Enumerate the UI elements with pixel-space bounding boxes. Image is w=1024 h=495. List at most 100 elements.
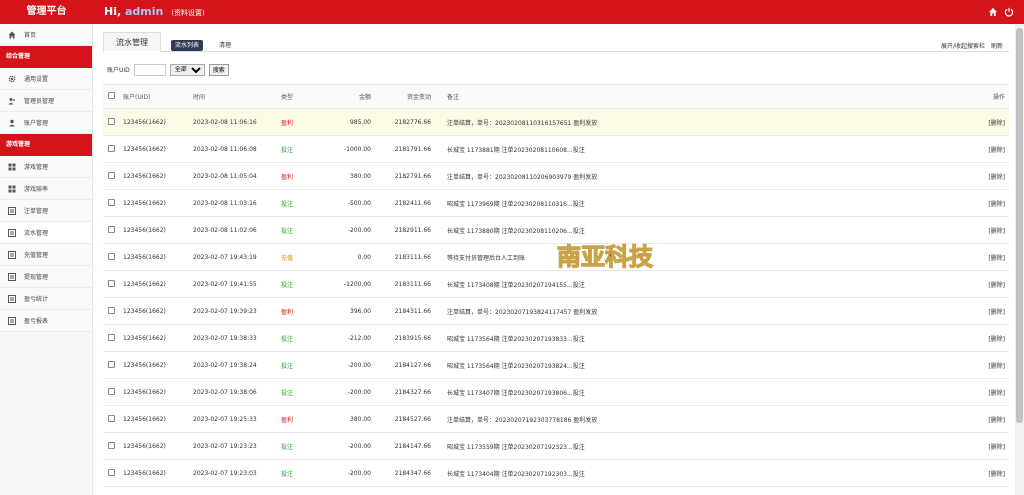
table-row[interactable]: 123456(1662) 2023-02-07 19:23:03 投注 -200.00… xyxy=(103,459,1009,487)
sidebar-item-flow-management[interactable]: 流水管理 xyxy=(0,222,92,244)
delete-link[interactable]: [删除] xyxy=(925,324,1009,352)
column-header[interactable]: 时间 xyxy=(189,84,277,109)
sidebar-item-label: 游戏赔率 xyxy=(24,186,49,193)
delete-link[interactable]: [删除] xyxy=(925,432,1009,460)
cell-time: 2023-02-08 11:05:04 xyxy=(189,162,277,190)
row-checkbox[interactable] xyxy=(103,459,119,487)
sidebar-group-game[interactable]: 游戏管理 xyxy=(0,134,92,156)
delete-link[interactable]: [删除] xyxy=(925,108,1009,136)
sidebar-item-bet-management[interactable]: 注单管理 xyxy=(0,200,92,222)
row-checkbox[interactable] xyxy=(103,351,119,379)
sidebar-item-admin-management[interactable]: 管理员管理 xyxy=(0,90,92,112)
sidebar-item-account-management[interactable]: 账户管理 xyxy=(0,112,92,134)
sidebar-item-profit-report[interactable]: 盈亏报表 xyxy=(0,310,92,332)
cell-uid: 123456(1662) xyxy=(119,270,189,298)
table-row[interactable]: 123456(1662) 2023-02-07 19:25:33 盈利 380.00 2… xyxy=(103,405,1009,433)
cell-type: 充值 xyxy=(277,243,321,271)
delete-link[interactable]: [删除] xyxy=(925,189,1009,217)
cell-time: 2023-02-08 11:06:08 xyxy=(189,135,277,163)
delete-link[interactable]: [删除] xyxy=(925,459,1009,487)
table-row[interactable]: 123456(1662) 2023-02-07 19:23:23 投注 -200.00… xyxy=(103,432,1009,460)
row-checkbox[interactable] xyxy=(103,162,119,190)
sidebar-group-general[interactable]: 综合管理 xyxy=(0,46,92,68)
cell-amount: -1200.00 xyxy=(321,270,375,298)
delete-link[interactable]: [删除] xyxy=(925,351,1009,379)
cell-time: 2023-02-08 11:03:16 xyxy=(189,189,277,217)
uid-input[interactable] xyxy=(133,63,166,76)
cell-time: 2023-02-08 11:02:06 xyxy=(189,216,277,244)
cell-balance: 2182911.66 xyxy=(375,216,435,244)
type-select[interactable]: 全部 xyxy=(169,63,205,76)
grid-icon xyxy=(8,163,16,171)
sidebar-item-general-settings[interactable]: 通用设置 xyxy=(0,68,92,90)
cell-note: 昭城宝 1173564期 注单20230207193824...投注 xyxy=(435,351,925,379)
sidebar-item-game-management[interactable]: 游戏管理 xyxy=(0,156,92,178)
cell-amount: -212.00 xyxy=(321,324,375,352)
table-header-row: 账户(UID) 时间 类型 金额 资金变动 备注 操作 xyxy=(103,84,1009,109)
subtab-clean[interactable]: 清理 xyxy=(215,40,235,51)
power-icon[interactable] xyxy=(1004,7,1014,17)
cell-balance: 2184527.66 xyxy=(375,405,435,433)
home-icon[interactable] xyxy=(988,7,998,17)
column-header[interactable]: 金额 xyxy=(321,84,375,109)
cell-type: 投注 xyxy=(277,378,321,406)
delete-link[interactable]: [删除] xyxy=(925,135,1009,163)
toggle-search-link[interactable]: 展开/收起搜索栏 xyxy=(941,41,985,50)
column-header[interactable]: 资金变动 xyxy=(375,84,435,109)
column-header[interactable]: 备注 xyxy=(435,84,925,109)
table-row[interactable]: 123456(1662) 2023-02-08 11:06:08 投注 -1000.0… xyxy=(103,135,1009,163)
table-row[interactable]: 123456(1662) 2023-02-08 11:05:04 盈利 380.00 2… xyxy=(103,162,1009,190)
delete-link[interactable]: [删除] xyxy=(925,297,1009,325)
row-checkbox[interactable] xyxy=(103,216,119,244)
row-checkbox[interactable] xyxy=(103,189,119,217)
row-checkbox[interactable] xyxy=(103,135,119,163)
table-row[interactable]: 123456(1662) 2023-02-08 11:03:16 投注 -500.00… xyxy=(103,189,1009,217)
subtab-flow-list[interactable]: 流水列表 xyxy=(171,40,204,51)
sidebar-item-game-odds[interactable]: 游戏赔率 xyxy=(0,178,92,200)
sidebar-item-profit-stats[interactable]: 盈亏统计 xyxy=(0,288,92,310)
cell-type: 盈利 xyxy=(277,297,321,325)
column-header[interactable]: 类型 xyxy=(277,84,321,109)
cell-time: 2023-02-07 19:39:23 xyxy=(189,297,277,325)
row-checkbox[interactable] xyxy=(103,297,119,325)
delete-link[interactable]: [删除] xyxy=(925,216,1009,244)
profile-settings-link[interactable]: (资料设置) xyxy=(171,9,204,17)
row-checkbox[interactable] xyxy=(103,378,119,406)
scrollbar-thumb[interactable] xyxy=(1016,28,1023,423)
delete-link[interactable]: [删除] xyxy=(925,405,1009,433)
row-checkbox[interactable] xyxy=(103,108,119,136)
sidebar-item-home[interactable]: 首页 xyxy=(0,24,92,46)
cell-note: 昭城宝 1173564期 注单20230207193833...投注 xyxy=(435,324,925,352)
row-checkbox[interactable] xyxy=(103,270,119,298)
cell-uid: 123456(1662) xyxy=(119,216,189,244)
table-row[interactable]: 123456(1662) 2023-02-07 19:38:33 投注 -212.00… xyxy=(103,324,1009,352)
table-row[interactable]: 123456(1662) 2023-02-07 19:38:06 投注 -200.00… xyxy=(103,378,1009,406)
delete-link[interactable]: [删除] xyxy=(925,270,1009,298)
table-row[interactable]: 123456(1662) 2023-02-07 19:39:23 盈利 396.00 2… xyxy=(103,297,1009,325)
user-icon xyxy=(8,119,16,127)
row-checkbox[interactable] xyxy=(103,243,119,271)
column-header[interactable]: 账户(UID) xyxy=(119,84,189,109)
row-checkbox[interactable] xyxy=(103,405,119,433)
cell-uid: 123456(1662) xyxy=(119,297,189,325)
table-row[interactable]: 123456(1662) 2023-02-08 11:06:16 盈利 985.00 2… xyxy=(103,108,1009,136)
grid-icon xyxy=(8,185,16,193)
list-icon xyxy=(8,294,16,303)
row-checkbox[interactable] xyxy=(103,432,119,460)
cell-amount: 985.00 xyxy=(321,108,375,136)
search-button[interactable]: 搜索 xyxy=(208,63,229,76)
delete-link[interactable]: [删除] xyxy=(925,378,1009,406)
cell-note: 注单结算，单号：20230207193824117457 盈利发放 xyxy=(435,297,925,325)
delete-link[interactable]: [删除] xyxy=(925,162,1009,190)
cell-time: 2023-02-07 19:23:03 xyxy=(189,459,277,487)
tab-flow-management[interactable]: 流水管理 xyxy=(103,32,161,52)
sidebar-item-withdraw-management[interactable]: 提现管理 xyxy=(0,266,92,288)
table-row[interactable]: 123456(1662) 2023-02-07 19:38:24 投注 -200.00… xyxy=(103,351,1009,379)
username-link[interactable]: admin xyxy=(125,5,163,18)
sidebar-item-recharge-management[interactable]: 充值管理 xyxy=(0,244,92,266)
row-checkbox[interactable] xyxy=(103,324,119,352)
cell-type: 投注 xyxy=(277,351,321,379)
refresh-link[interactable]: 刷新 xyxy=(991,41,1003,50)
select-all-checkbox[interactable] xyxy=(103,84,119,109)
delete-link[interactable]: [删除] xyxy=(925,243,1009,271)
